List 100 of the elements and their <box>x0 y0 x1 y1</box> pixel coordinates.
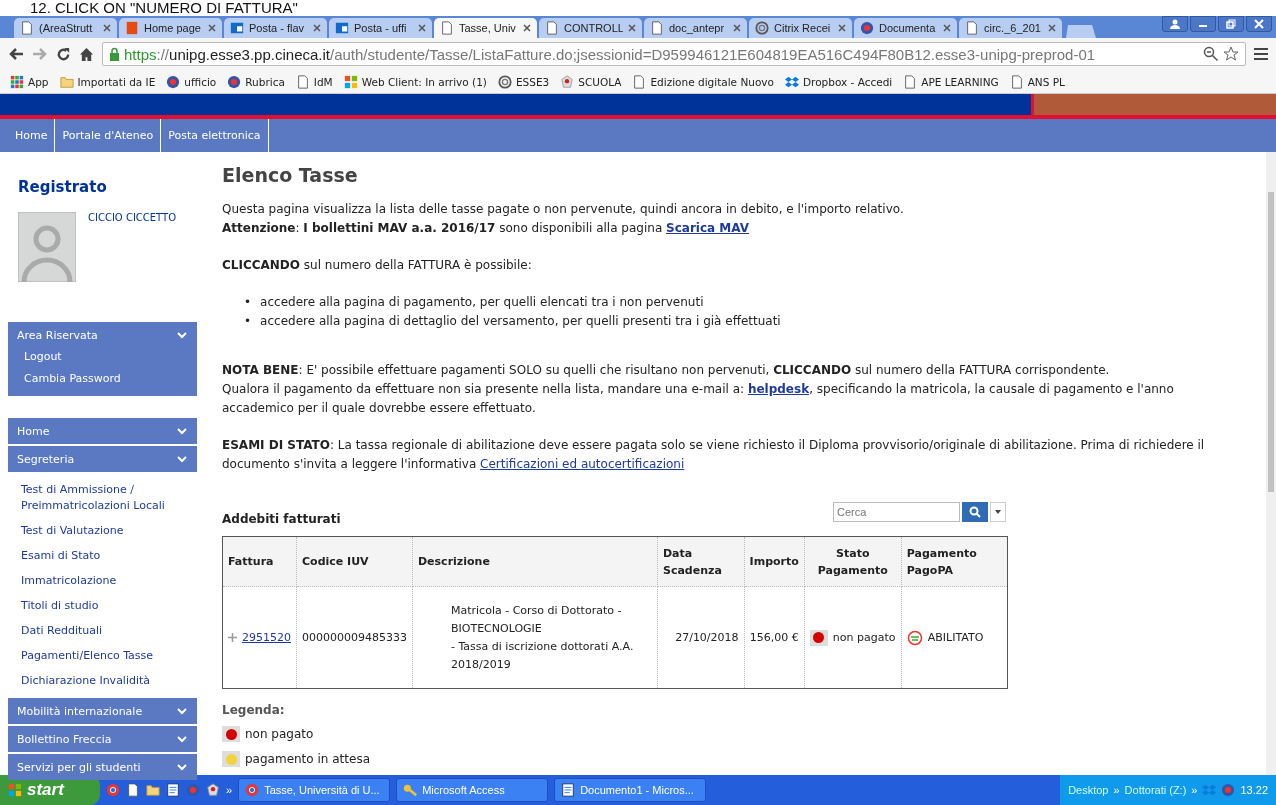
close-icon[interactable] <box>943 24 951 32</box>
folder-icon <box>146 783 160 797</box>
overflow-chevron[interactable]: » <box>226 784 233 796</box>
submenu-link[interactable]: Dati Reddituali <box>21 619 197 644</box>
chevron-down-icon <box>177 763 187 771</box>
document-icon <box>561 783 576 797</box>
seal-icon <box>186 783 200 797</box>
page-icon <box>545 21 559 35</box>
link[interactable]: Certificazioni ed autocertificazioni <box>480 457 685 471</box>
submenu-link[interactable]: Cambia Password <box>24 368 197 390</box>
bookmark[interactable]: Web Client: In arrivo (1) <box>343 74 487 89</box>
seal-icon <box>227 74 242 89</box>
search-field[interactable]: Cerca <box>833 502 960 522</box>
page-icon <box>650 21 664 35</box>
browser-tab[interactable]: (AreaStrutt <box>14 18 117 38</box>
submenu-link[interactable]: Immatricolazione <box>21 569 197 594</box>
column-header: Pagamento PagoPA <box>901 536 1008 587</box>
bookmark[interactable]: APE LEARNING <box>903 74 999 89</box>
close-icon[interactable] <box>628 24 636 32</box>
search-button[interactable] <box>962 502 988 522</box>
submenu-link[interactable]: Pagamenti/Elenco Tasse <box>21 644 197 669</box>
taskbar-button[interactable]: Documento1 - Micros... <box>554 778 707 802</box>
bookmark[interactable]: ESSE3 <box>497 74 550 89</box>
search-icon <box>969 506 981 518</box>
grid-icon <box>10 74 24 89</box>
avatar-silhouette <box>18 212 76 282</box>
restore-button[interactable] <box>1218 16 1244 32</box>
link[interactable]: Scarica MAV <box>666 221 750 235</box>
submenu-link[interactable]: Test di Valutazione <box>21 519 197 544</box>
seal-icon <box>1221 783 1236 797</box>
address-bar[interactable]: https://unipg.esse3.pp.cineca.it/auth/studente/Tasse/ListaFatture.do;jsessionid=D959946121E604819EA516C494F80B12.esse3-unipg-preprod-01 <box>102 42 1246 66</box>
submenu-link[interactable]: Test di Ammissione / Preimmatricolazioni Locali <box>21 478 197 519</box>
close-icon[interactable] <box>418 24 426 32</box>
column-header: Stato Pagamento <box>804 536 902 587</box>
close-icon[interactable] <box>1048 24 1056 32</box>
close-icon[interactable] <box>838 24 846 32</box>
browser-tab[interactable]: Citrix Recei <box>749 18 852 38</box>
browser-tab[interactable]: Tasse, Univ <box>434 18 537 38</box>
menu-header[interactable]: Mobilità internazionale <box>8 698 197 724</box>
nav-link[interactable]: Posta elettronica <box>161 119 269 152</box>
dropdown-button[interactable] <box>990 502 1006 522</box>
close-icon[interactable] <box>313 24 321 32</box>
chevron-down-icon <box>177 331 187 339</box>
back-icon[interactable] <box>8 47 24 61</box>
profile-button[interactable] <box>1162 16 1188 32</box>
column-header: Descrizione <box>412 536 658 587</box>
bookmark[interactable]: App <box>10 74 49 89</box>
column-header: Data Scadenza <box>657 536 745 587</box>
browser-tab[interactable]: Home page <box>119 18 222 38</box>
invoice-link[interactable]: 2951520 <box>242 628 291 647</box>
submenu-link[interactable]: Esami di Stato <box>21 544 197 569</box>
minimize-button[interactable] <box>1190 16 1216 32</box>
submenu-link[interactable]: Titoli di studio <box>21 594 197 619</box>
dropbox-icon <box>785 74 799 89</box>
bookmark[interactable]: Importati da IE <box>59 74 156 89</box>
menu-header[interactable]: Home <box>8 418 197 444</box>
caret-icon <box>995 510 1001 514</box>
chevron-down-icon <box>177 735 187 743</box>
menu-header[interactable]: Segreteria <box>8 446 197 472</box>
legend-title: Legenda: <box>222 703 286 717</box>
close-icon[interactable] <box>523 24 531 32</box>
swirl-icon <box>755 21 769 35</box>
browser-tab[interactable]: Posta - uffi <box>329 18 432 38</box>
nav-link[interactable]: Portale d'Ateneo <box>55 119 162 152</box>
menu-header[interactable]: Area Riservata <box>8 322 197 348</box>
close-button[interactable] <box>1246 16 1272 32</box>
browser-tab[interactable]: Documenta <box>854 18 957 38</box>
menu-header[interactable]: Bollettino Freccia <box>8 726 197 752</box>
home-icon[interactable] <box>79 46 94 62</box>
close-icon[interactable] <box>208 24 216 32</box>
star-icon[interactable] <box>1223 46 1239 62</box>
plus-icon[interactable] <box>228 633 237 642</box>
bookmark[interactable]: ANS PL <box>1009 74 1065 89</box>
submenu-link[interactable]: Dichiarazione Invalidità <box>21 669 197 694</box>
zoom-icon[interactable] <box>1203 46 1219 62</box>
browser-tab[interactable]: CONTROLL <box>539 18 642 38</box>
browser-tab[interactable]: Posta - flav <box>224 18 327 38</box>
nav-link[interactable]: Home <box>8 119 56 152</box>
taskbar-button[interactable]: Tasse, Università di U... <box>238 778 391 802</box>
bullet-marker: • <box>244 313 252 330</box>
bookmark[interactable]: Rubrica <box>227 74 285 89</box>
scrollbar[interactable] <box>1266 152 1276 775</box>
bookmark[interactable]: SCUOLA <box>560 74 622 89</box>
bookmark[interactable]: ufficio <box>166 74 217 89</box>
browser-tab[interactable]: circ._6_201 <box>959 18 1062 38</box>
page-title: Elenco Tasse <box>222 164 359 186</box>
menu-header[interactable]: Servizi per gli studenti <box>8 754 197 780</box>
browser-tab[interactable]: doc_antepr <box>644 18 747 38</box>
reload-icon[interactable] <box>56 46 71 62</box>
taskbar-button[interactable]: Microsoft Access <box>396 778 549 802</box>
close-icon[interactable] <box>733 24 741 32</box>
page-icon <box>965 21 979 35</box>
close-icon[interactable] <box>103 24 111 32</box>
bookmark[interactable]: Edizione digitale Nuovo <box>632 74 774 89</box>
chevron-down-icon <box>177 427 187 435</box>
submenu-link[interactable]: Logout <box>24 346 197 368</box>
page-icon <box>295 74 310 89</box>
menu-icon[interactable] <box>1254 47 1268 61</box>
bookmark[interactable]: IdM <box>295 74 333 89</box>
bookmark[interactable]: Dropbox - Accedi <box>785 74 893 89</box>
